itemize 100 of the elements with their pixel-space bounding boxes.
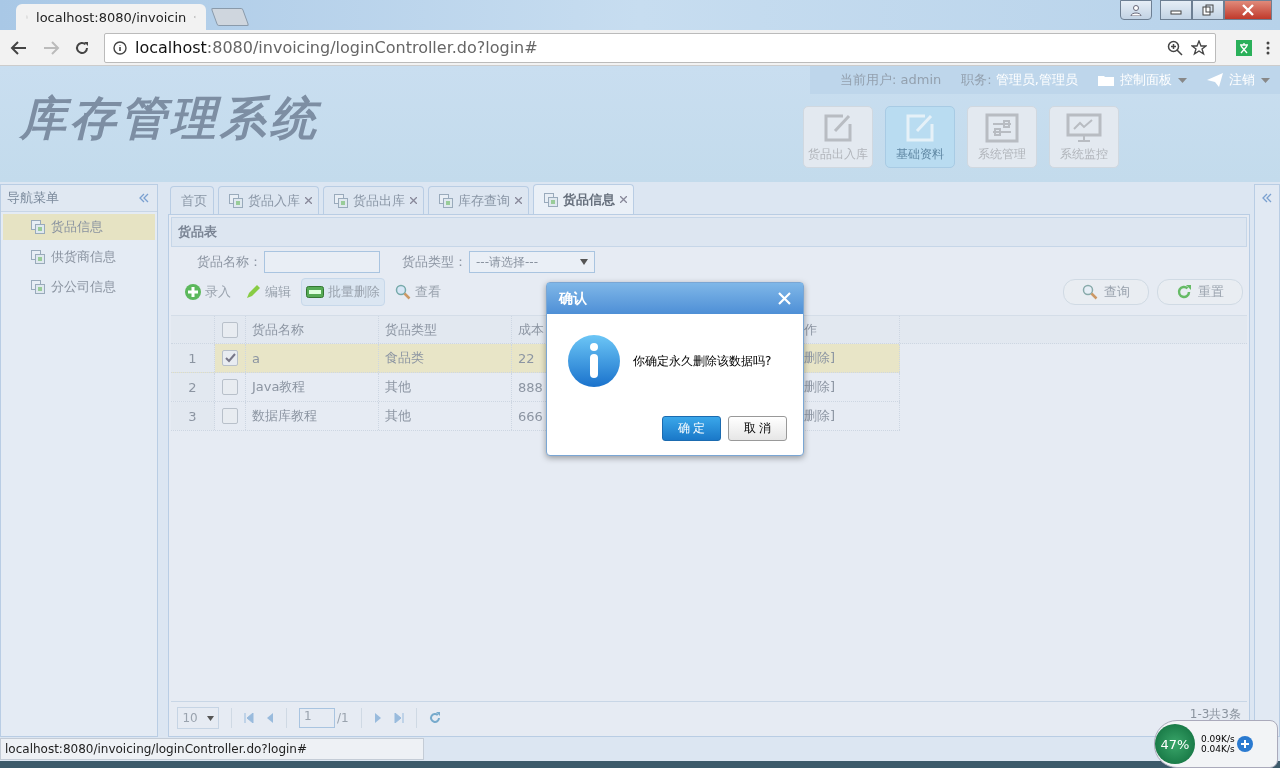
dialog-button[interactable]: 取 消 — [728, 416, 787, 441]
filter-label: 货品名称： — [197, 253, 262, 271]
column-header: 货品类型 — [379, 316, 512, 343]
panel-title: 货品表 — [171, 217, 1247, 247]
table-cell: 其他 — [379, 373, 512, 401]
folder-icon — [1098, 74, 1114, 86]
back-icon[interactable] — [10, 39, 28, 56]
page-count: /1 — [337, 711, 349, 725]
url-text: localhost:8080/invoicing/loginController.do?login# — [135, 38, 538, 57]
row-number: 1 — [171, 344, 215, 372]
module-button[interactable]: 基础资料 — [885, 106, 955, 168]
pages-icon — [31, 220, 45, 234]
last-page-icon[interactable] — [393, 713, 404, 723]
info-icon — [113, 40, 127, 55]
toolbar-button[interactable]: 查看 — [391, 279, 445, 305]
restore-button[interactable] — [1192, 0, 1224, 20]
edit-icon — [823, 113, 853, 143]
reload-icon[interactable] — [74, 39, 90, 56]
caret-icon — [1261, 77, 1270, 83]
row-checkbox[interactable] — [222, 408, 238, 424]
system-logo: 库存管理系统 — [18, 90, 323, 147]
prev-page-icon[interactable] — [266, 713, 274, 723]
page-tab[interactable]: 首页 — [170, 186, 214, 214]
header-menu[interactable]: 控制面板 — [1098, 71, 1187, 89]
status-url: localhost:8080/invoicing/loginController.do?login# — [0, 738, 424, 760]
paper-plane-icon — [1207, 73, 1223, 87]
first-page-icon[interactable] — [244, 713, 254, 723]
download-speed: 0.04K/s — [1201, 744, 1235, 754]
table-cell: 食品类 — [379, 344, 512, 372]
toolbar-button[interactable]: 批量删除 — [301, 278, 385, 306]
type-select[interactable]: ---请选择--- — [469, 251, 595, 273]
page-size-select[interactable]: 10 — [177, 707, 219, 729]
forward-icon[interactable] — [42, 39, 60, 56]
row-number: 2 — [171, 373, 215, 401]
row-checkbox[interactable] — [222, 379, 238, 395]
page-tab[interactable]: 库存查询 — [428, 186, 529, 214]
sidebar-item[interactable]: 分公司信息 — [3, 274, 155, 300]
table-cell: 数据库教程 — [246, 402, 379, 430]
zoom-icon[interactable] — [1167, 39, 1183, 56]
dialog-button[interactable]: 确 定 — [662, 416, 721, 441]
page-tab[interactable]: 货品信息 — [533, 184, 634, 214]
row-number: 3 — [171, 402, 215, 430]
page-field[interactable]: 1 — [299, 708, 335, 728]
pencil-icon — [245, 284, 261, 300]
column-header: 货品名称 — [246, 316, 379, 343]
restore-icon — [1202, 4, 1214, 16]
expand-icon[interactable] — [1262, 193, 1272, 203]
person-icon — [1130, 4, 1142, 16]
table-cell: Java教程 — [246, 373, 379, 401]
sidebar-item[interactable]: 供货商信息 — [3, 244, 155, 270]
record-summary: 1-3共3条 — [1189, 706, 1241, 723]
address-field[interactable]: localhost:8080/invoicing/loginController.do?login# — [104, 32, 1216, 63]
new-tab-button[interactable] — [210, 8, 250, 26]
menu-icon[interactable] — [1266, 40, 1270, 55]
table-cell: a — [246, 344, 379, 372]
search-button[interactable]: 查询 — [1063, 279, 1149, 305]
next-page-icon[interactable] — [373, 713, 382, 723]
caret-icon — [206, 715, 214, 721]
sidebar-item[interactable]: 货品信息 — [3, 214, 155, 240]
name-field[interactable] — [264, 251, 380, 273]
pages-icon — [334, 193, 348, 208]
refresh-icon — [1176, 284, 1192, 300]
row-checkbox[interactable] — [222, 350, 238, 366]
page-tab[interactable]: 货品出库 — [323, 186, 424, 214]
sidebar-title: 导航菜单 — [7, 189, 59, 207]
dialog-title: 确认 — [559, 289, 587, 308]
current-user: 当前用户: admin — [840, 71, 942, 89]
caret-icon — [1178, 77, 1187, 83]
dialog-message: 你确定永久删除该数据吗? — [633, 352, 772, 370]
pages-icon — [31, 280, 45, 294]
plus-icon — [185, 284, 201, 300]
close-window-button[interactable] — [1224, 0, 1272, 20]
upload-speed: 0.09K/s — [1201, 734, 1235, 744]
minimize-button[interactable] — [1160, 0, 1192, 20]
collapse-icon[interactable] — [139, 193, 149, 203]
browser-tab[interactable]: localhost:8080/invoicin — [16, 4, 206, 30]
search-button[interactable]: 重置 — [1157, 279, 1243, 305]
toolbar-button[interactable]: 编辑 — [241, 279, 295, 305]
select-all-checkbox[interactable] — [222, 321, 238, 338]
refresh-icon[interactable] — [428, 712, 441, 724]
translate-icon[interactable] — [1236, 39, 1252, 56]
filter-label: 货品类型： — [402, 253, 467, 271]
info-icon — [567, 334, 621, 388]
toolbar-button[interactable]: 录入 — [181, 279, 235, 305]
pages-icon — [31, 250, 45, 264]
sliders-icon — [985, 113, 1019, 143]
caret-icon — [580, 259, 588, 265]
edit-icon — [905, 113, 935, 143]
plus-icon[interactable] — [1236, 736, 1253, 752]
search-icon — [395, 284, 411, 300]
cpu-gauge: 47% — [1155, 724, 1195, 764]
page-tab[interactable]: 货品入库 — [218, 186, 319, 214]
table-cell: 其他 — [379, 402, 512, 430]
profile-button[interactable] — [1120, 0, 1152, 20]
pages-icon — [544, 192, 558, 207]
star-icon[interactable] — [1191, 39, 1207, 56]
pages-icon — [229, 193, 243, 208]
header-menu[interactable]: 注销 — [1207, 71, 1270, 89]
monitor-icon — [1066, 113, 1102, 143]
user-role: 职务: 管理员,管理员 — [961, 71, 1078, 89]
